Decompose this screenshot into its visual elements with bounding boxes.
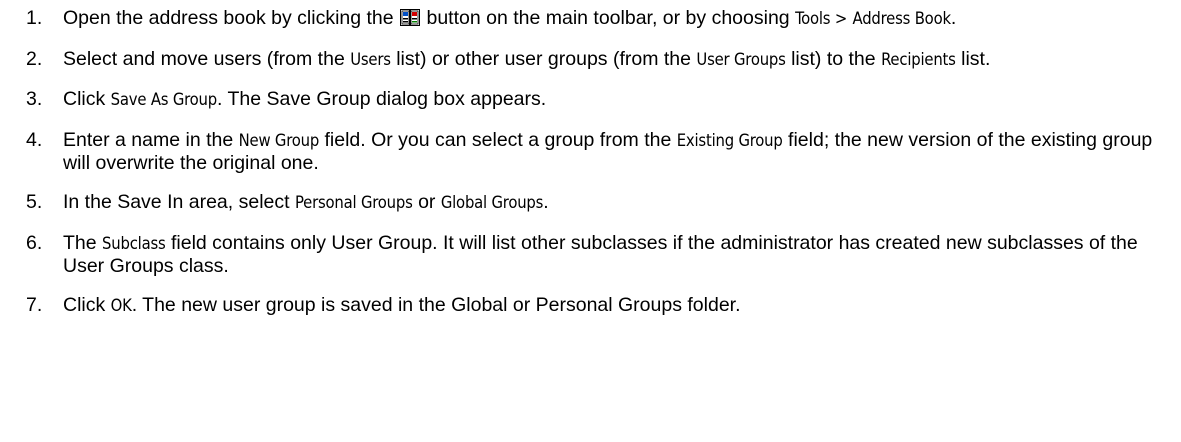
step-5: 5. In the Save In area, select Personal … <box>26 191 1161 214</box>
step-text: . The new user group is saved in the Glo… <box>131 294 741 316</box>
step-text: list. <box>961 47 991 70</box>
instructions-document: 1. Open the address book by clicking the… <box>0 0 1181 442</box>
ui-term-save-as-group: Save As Group <box>110 90 218 109</box>
step-text: field contains only User Group. It will … <box>63 231 1138 277</box>
ui-term-existing-group: Existing Group <box>676 130 783 150</box>
menu-path-tools: Tools > <box>795 9 848 28</box>
step-text: button on the main toolbar, or by choosi… <box>426 7 790 29</box>
step-text: field. Or you can select a group from th… <box>324 128 672 151</box>
step-text: The <box>63 231 97 254</box>
ui-term-subclass: Subclass <box>102 233 166 253</box>
step-number: 3. <box>26 88 43 110</box>
step-2: 2. Select and move users (from the Users… <box>26 48 1161 71</box>
step-7: 7. Click OK. The new user group is saved… <box>26 294 1161 317</box>
ui-term-user-groups: User Groups <box>696 49 786 69</box>
step-number: 7. <box>26 294 43 316</box>
step-text: list) to the <box>791 47 876 70</box>
step-number: 5. <box>26 191 43 213</box>
steps-list: 1. Open the address book by clicking the… <box>26 7 1161 317</box>
ui-term-ok: OK <box>110 296 132 315</box>
step-1: 1. Open the address book by clicking the… <box>26 7 1161 30</box>
step-text: list) or other user groups (from the <box>396 47 691 70</box>
step-text: . The Save Group dialog box appears. <box>216 88 547 110</box>
step-number: 1. <box>26 7 43 29</box>
ui-term-users: Users <box>350 49 391 69</box>
ui-term-personal-groups: Personal Groups <box>294 193 413 212</box>
step-text: Click <box>63 294 106 316</box>
step-text: Select and move users (from the <box>63 47 345 70</box>
step-text: Click <box>63 88 106 110</box>
step-text: In the Save In area, select <box>63 191 290 213</box>
step-text: Open the address book by clicking the <box>63 7 394 29</box>
ui-term-recipients: Recipients <box>881 49 956 69</box>
step-text: . <box>543 191 549 213</box>
step-text: . <box>950 7 957 29</box>
address-book-icon <box>400 9 421 26</box>
step-text: or <box>418 191 436 213</box>
step-4: 4. Enter a name in the New Group field. … <box>26 129 1161 174</box>
ui-term-new-group: New Group <box>238 130 320 150</box>
step-6: 6. The Subclass field contains only User… <box>26 232 1161 277</box>
step-number: 2. <box>26 47 43 70</box>
step-3: 3. Click Save As Group. The Save Group d… <box>26 88 1161 111</box>
step-number: 4. <box>26 128 43 151</box>
step-number: 6. <box>26 231 43 254</box>
step-text: Enter a name in the <box>63 128 234 151</box>
menu-item-address-book: Address Book <box>852 9 952 28</box>
ui-term-global-groups: Global Groups <box>440 193 544 212</box>
